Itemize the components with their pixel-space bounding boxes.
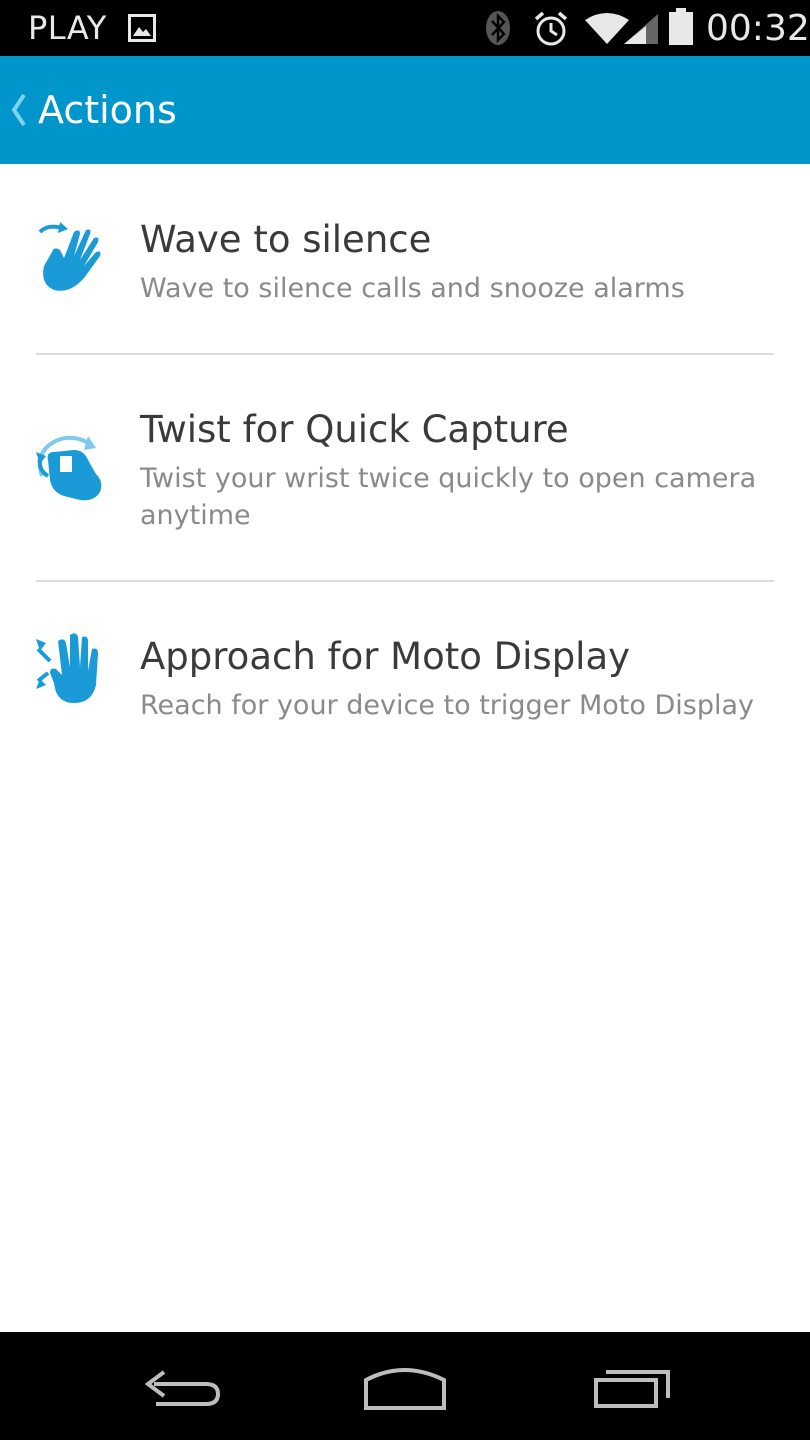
home-icon[interactable] — [360, 1360, 450, 1416]
item-title: Wave to silence — [140, 218, 432, 261]
item-subtitle: Twist your wrist twice quickly to open c… — [140, 463, 757, 531]
battery-icon — [669, 8, 693, 45]
item-subtitle: Wave to silence calls and snooze alarms — [140, 273, 685, 304]
image-notification-icon — [128, 14, 156, 42]
item-title: Approach for Moto Display — [140, 635, 631, 678]
list-item-wave-to-silence[interactable]: Wave to silence Wave to silence calls an… — [0, 164, 810, 355]
bluetooth-icon — [486, 11, 510, 45]
recents-icon[interactable] — [586, 1360, 676, 1416]
item-subtitle: Reach for your device to trigger Moto Di… — [140, 690, 754, 721]
cell-signal-icon — [624, 14, 658, 44]
approach-hand-icon — [36, 633, 98, 703]
twist-wrist-icon — [36, 435, 102, 501]
status-bar: PLAY 00:32 — [0, 0, 810, 56]
back-chevron-icon[interactable] — [8, 92, 28, 128]
status-clock: 00:32 — [706, 8, 810, 49]
list-item-approach-for-moto-display[interactable]: Approach for Moto Display Reach for your… — [0, 581, 810, 771]
actions-list: Wave to silence Wave to silence calls an… — [0, 164, 810, 771]
item-title: Twist for Quick Capture — [140, 408, 569, 451]
system-nav-bar — [0, 1332, 810, 1440]
page-title[interactable]: Actions — [38, 86, 177, 134]
alarm-icon — [534, 11, 568, 46]
list-item-twist-for-quick-capture[interactable]: Twist for Quick Capture Twist your wrist… — [0, 354, 810, 582]
wave-hand-icon — [38, 222, 101, 291]
carrier-label: PLAY — [28, 9, 107, 47]
action-bar: Actions — [0, 56, 810, 164]
back-icon[interactable] — [136, 1360, 226, 1416]
